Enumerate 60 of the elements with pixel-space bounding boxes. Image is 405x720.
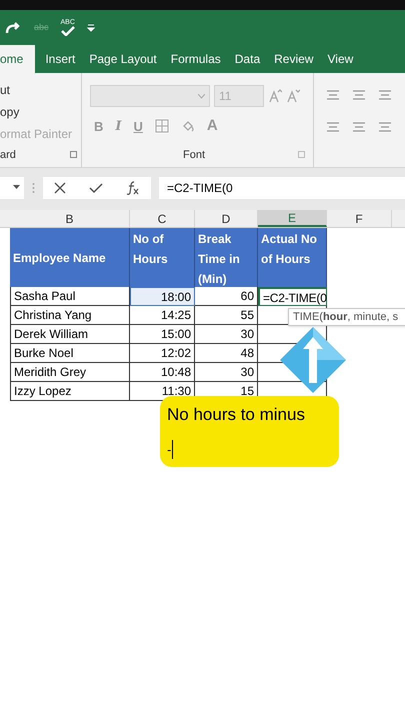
- ribbon-tab[interactable]: Formulas: [166, 45, 225, 73]
- callout-title: No hours to minus: [167, 404, 306, 426]
- table-cell: 15:00: [130, 325, 195, 344]
- column-header[interactable]: C: [130, 210, 195, 227]
- table-cell: 10:48: [130, 363, 195, 382]
- clipboard-command[interactable]: opy: [0, 102, 77, 125]
- group-label: Font: [182, 148, 205, 162]
- align-icon[interactable]: [352, 121, 366, 133]
- align-icon[interactable]: [326, 121, 340, 133]
- ribbon-tab[interactable]: Data: [230, 45, 264, 73]
- table-cell: Christina Yang: [10, 306, 130, 325]
- font-name-field[interactable]: [90, 85, 210, 107]
- align-icon[interactable]: [378, 89, 392, 101]
- name-box[interactable]: [0, 176, 24, 198]
- ribbon-tab[interactable]: Insert: [41, 45, 80, 73]
- close-icon[interactable]: [54, 182, 66, 194]
- ribbon-tab[interactable]: View: [323, 45, 358, 73]
- launcher-icon[interactable]: [298, 151, 305, 158]
- header-cell: Actual No of Hours: [258, 228, 327, 287]
- ribbon-tab[interactable]: Page Layout: [85, 45, 161, 73]
- up-arrow-icon: [278, 325, 348, 395]
- ribbon-tab[interactable]: Review: [270, 45, 318, 73]
- align-icon[interactable]: [352, 89, 366, 101]
- align-icon[interactable]: [378, 121, 392, 133]
- table-cell: 30: [195, 325, 258, 344]
- callout-text: -: [167, 440, 174, 459]
- customize-icon[interactable]: [86, 24, 95, 32]
- table-cell: Meridith Grey: [10, 363, 130, 382]
- redo-icon[interactable]: [4, 20, 22, 34]
- group-label: ard: [0, 148, 16, 162]
- table-cell: 55: [195, 306, 258, 325]
- shrink-font-icon[interactable]: [286, 89, 300, 103]
- header-cell: No of Hours: [130, 228, 195, 287]
- ribbon-tab[interactable]: ome: [0, 45, 36, 73]
- fill-color-icon[interactable]: [180, 119, 195, 134]
- grip-icon: [32, 182, 35, 194]
- launcher-icon[interactable]: [70, 151, 77, 158]
- table-cell: Burke Noel: [10, 344, 130, 363]
- table-cell: Derek William: [10, 325, 130, 344]
- function-icon[interactable]: [126, 180, 140, 194]
- clipboard-command[interactable]: ut: [0, 81, 77, 103]
- borders-icon[interactable]: [154, 119, 169, 134]
- table-cell: Izzy Lopez: [10, 382, 130, 401]
- header-cell: Employee Name: [10, 228, 130, 287]
- table-cell: 12:02: [130, 344, 195, 363]
- caret-icon: [198, 94, 205, 98]
- grow-font-icon[interactable]: [268, 89, 282, 103]
- column-header[interactable]: B: [10, 210, 130, 227]
- check-icon[interactable]: [88, 182, 103, 194]
- table-cell: 18:00: [130, 287, 195, 306]
- table-cell: 48: [195, 344, 258, 363]
- align-icon[interactable]: [326, 89, 340, 101]
- table-cell: 60: [195, 287, 258, 306]
- column-header[interactable]: F: [327, 210, 392, 227]
- column-header[interactable]: E: [258, 210, 327, 227]
- function-tooltip: TIME(hour, minute, s: [288, 308, 405, 326]
- table-cell: 14:25: [130, 306, 195, 325]
- header-cell: Break Time in (Min): [195, 228, 258, 287]
- formula-field[interactable]: =C2-TIME(0: [159, 176, 405, 198]
- table-cell: 30: [195, 363, 258, 382]
